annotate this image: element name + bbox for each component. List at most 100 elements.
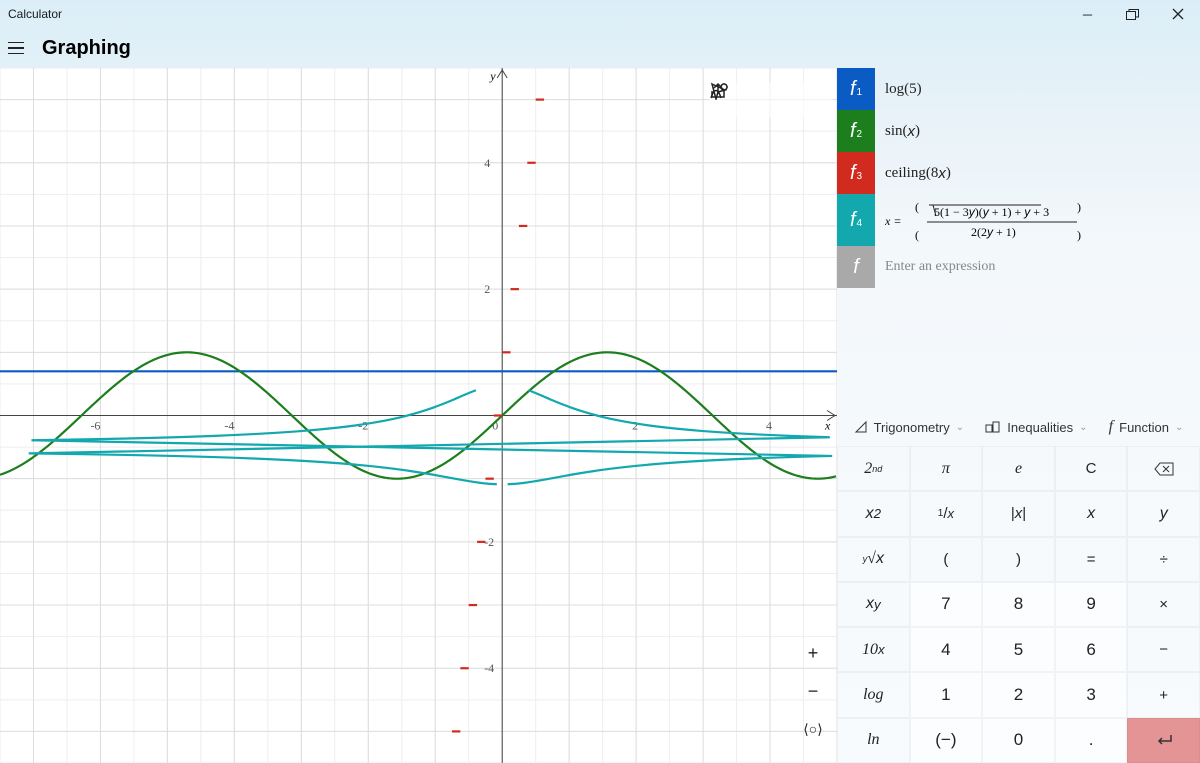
svg-text:-2: -2 [484,535,494,549]
key-[interactable]: ÷ [1127,537,1200,582]
function-f-icon: f [1109,418,1113,436]
key-4[interactable]: 4 [910,627,983,672]
svg-text:2: 2 [632,419,638,433]
equation-entry-row[interactable]: f Enter an expression [837,246,1200,288]
key-5[interactable]: 5 [982,627,1055,672]
zoom-reset-button[interactable]: ⟨○⟩ [795,711,831,747]
svg-text:y: y [489,69,496,83]
key-[interactable]: . [1055,718,1128,763]
key-2nd[interactable]: 2nd [837,446,910,491]
chevron-down-icon: ⌄ [1079,422,1087,433]
key-9[interactable]: 9 [1055,582,1128,627]
equation-input[interactable]: Enter an expression [875,246,1200,288]
key-[interactable]: ( [910,537,983,582]
svg-text:-6: -6 [90,419,100,433]
svg-text:(: ( [915,200,919,214]
key-[interactable]: × [1127,582,1200,627]
key-x[interactable]: y√x [837,537,910,582]
keypad: 2ndπeCx21/x|x|xyy√x()=÷xy789×10x456−log1… [837,446,1200,763]
svg-text:5(1 − 3y)(y + 1) + y + 3: 5(1 − 3y)(y + 1) + y + 3 [934,205,1049,219]
maximize-button[interactable] [1110,0,1155,28]
key-[interactable] [1127,718,1200,763]
graph-canvas[interactable]: xy-6-4-224-4-2240 + − ⟨○⟩ [0,68,837,763]
key-[interactable]: π [910,446,983,491]
trig-category[interactable]: Trigonometry⌄ [854,420,965,435]
function-color-tile[interactable]: f3 [837,152,875,194]
fraction-expression: x = ( ( 5(1 − 3y)(y + 1) + y + 3 2(2y + … [885,198,1185,242]
key-3[interactable]: 3 [1055,672,1128,717]
equation-list: f1 log(5) f2 sin(x) f3 ceiling(8x) f4 x … [837,68,1200,288]
page-title: Graphing [42,37,131,60]
key-0[interactable]: 0 [982,718,1055,763]
key-2[interactable]: 2 [982,672,1055,717]
graph-plot: xy-6-4-224-4-2240 [0,68,837,763]
key-8[interactable]: 8 [982,582,1055,627]
inequalities-icon [985,421,1001,433]
key-[interactable]: = [1055,537,1128,582]
key-e[interactable]: e [982,446,1055,491]
svg-text:x =: x = [885,214,901,228]
svg-text:4: 4 [484,156,490,170]
function-color-tile[interactable]: f [837,246,875,288]
window-title-bar: Calculator ─ [0,0,1200,28]
chevron-down-icon: ⌄ [1175,422,1183,433]
key-c[interactable]: C [1055,446,1128,491]
svg-text:2(2y + 1): 2(2y + 1) [971,225,1016,239]
key-x[interactable]: x2 [837,491,910,536]
function-color-tile[interactable]: f4 [837,194,875,246]
key-y[interactable]: y [1127,491,1200,536]
equation-row[interactable]: f1 log(5) [837,68,1200,110]
key-[interactable]: ) [982,537,1055,582]
menu-icon[interactable] [8,42,28,55]
equation-row[interactable]: f2 sin(x) [837,110,1200,152]
keypad-category-bar: Trigonometry⌄ Inequalities⌄ f Function⌄ [837,408,1200,446]
key-ln[interactable]: ln [837,718,910,763]
main-body: xy-6-4-224-4-2240 + − ⟨○⟩ f1 log(5) f2 s… [0,68,1200,763]
function-category[interactable]: f Function⌄ [1109,418,1184,436]
svg-text:4: 4 [766,419,772,433]
key-[interactable]: − [1127,627,1200,672]
svg-text:(: ( [915,228,919,242]
svg-text:2: 2 [484,282,490,296]
share-icon[interactable] [751,82,791,118]
equation-row[interactable]: f3 ceiling(8x) [837,152,1200,194]
svg-text:-4: -4 [224,419,234,433]
zoom-controls: + − ⟨○⟩ [795,635,831,747]
zoom-in-button[interactable]: + [795,635,831,671]
minimize-button[interactable]: ─ [1065,0,1110,28]
equation-row[interactable]: f4 x = ( ( 5(1 − 3y)(y + 1) + y + 3 2(2y… [837,194,1200,246]
function-color-tile[interactable]: f1 [837,68,875,110]
page-header: Graphing [0,28,1200,68]
key-7[interactable]: 7 [910,582,983,627]
svg-text:-4: -4 [484,661,494,675]
key-10[interactable]: 10x [837,627,910,672]
key-1[interactable]: 1 [910,672,983,717]
key-[interactable] [1127,446,1200,491]
key-x[interactable]: x [1055,491,1128,536]
trig-icon [854,420,868,434]
key-log[interactable]: log [837,672,910,717]
equation-text[interactable]: log(5) [875,68,1200,110]
key-1x[interactable]: 1/x [910,491,983,536]
equation-text[interactable]: sin(x) [875,110,1200,152]
graph-settings-icon[interactable] [793,82,833,118]
function-panel: f1 log(5) f2 sin(x) f3 ceiling(8x) f4 x … [837,68,1200,763]
equation-text[interactable]: x = ( ( 5(1 − 3y)(y + 1) + y + 3 2(2y + … [875,194,1200,246]
function-color-tile[interactable]: f2 [837,110,875,152]
key-x[interactable]: xy [837,582,910,627]
chevron-down-icon: ⌄ [956,422,964,433]
close-button[interactable] [1155,0,1200,28]
svg-text:x: x [824,419,831,433]
window-controls: ─ [1065,0,1200,28]
svg-text:): ) [1077,228,1081,242]
key-[interactable]: (−) [910,718,983,763]
key-x[interactable]: |x| [982,491,1055,536]
inequalities-category[interactable]: Inequalities⌄ [985,420,1087,435]
key-6[interactable]: 6 [1055,627,1128,672]
zoom-out-button[interactable]: − [795,673,831,709]
graph-toolbar [709,82,833,118]
app-title: Calculator [8,7,62,21]
key-[interactable]: + [1127,672,1200,717]
svg-text:): ) [1077,200,1081,214]
equation-text[interactable]: ceiling(8x) [875,152,1200,194]
